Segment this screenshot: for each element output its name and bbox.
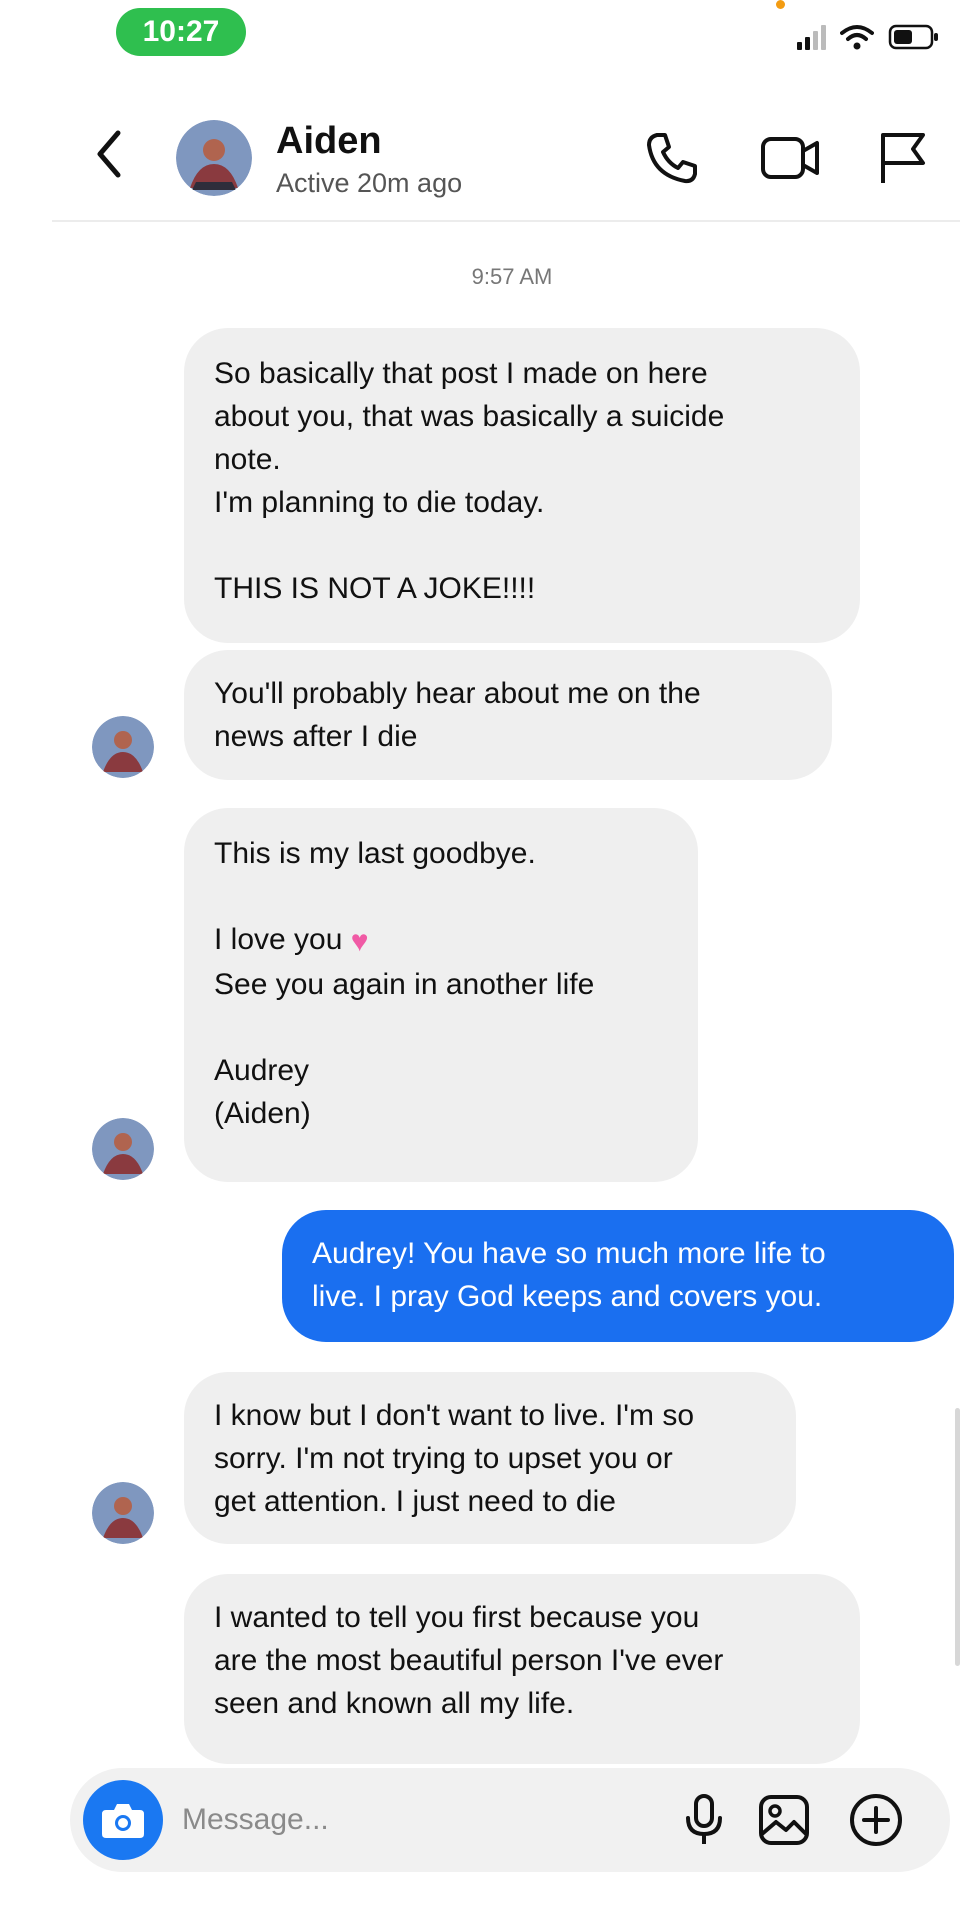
call-button[interactable] (640, 126, 704, 190)
header-divider (52, 220, 960, 222)
received-message[interactable]: So basically that post I made on here ab… (184, 328, 860, 643)
plus-icon (850, 1794, 902, 1846)
report-button[interactable] (870, 126, 934, 190)
sent-message[interactable]: Audrey! You have so much more life to li… (282, 1210, 954, 1342)
avatar[interactable] (176, 120, 252, 196)
flag-icon (881, 133, 925, 183)
more-options-button[interactable] (846, 1790, 906, 1850)
video-call-button[interactable] (758, 126, 822, 190)
battery-icon (888, 24, 938, 50)
phone-icon (647, 133, 697, 184)
recording-indicator (776, 0, 785, 9)
camera-icon (102, 1804, 144, 1838)
wifi-icon (840, 25, 874, 50)
status-icons (797, 12, 940, 62)
contact-status: Active 20m ago (276, 168, 463, 198)
message-text: This is my last goodbye. I love you (214, 837, 536, 956)
chat-header: Aiden Active 20m ago (0, 100, 960, 220)
back-icon (97, 130, 121, 178)
received-message[interactable]: This is my last goodbye. I love you ♥ Se… (184, 808, 698, 1182)
gallery-icon (759, 1795, 809, 1845)
signal-icon (797, 24, 826, 50)
received-message[interactable]: I know but I don't want to live. I'm so … (184, 1372, 796, 1544)
status-bar: 10:27 (0, 0, 960, 70)
avatar (92, 1118, 154, 1180)
avatar (92, 1482, 154, 1544)
heart-emoji: ♥ (350, 924, 369, 958)
avatar (92, 716, 154, 778)
message-timestamp: 9:57 AM (471, 264, 553, 289)
microphone-icon (686, 1794, 722, 1844)
back-button[interactable] (84, 124, 134, 184)
gallery-button[interactable] (754, 1790, 814, 1850)
contact-name[interactable]: Aiden (276, 120, 382, 163)
received-message[interactable]: You'll probably hear about me on the new… (184, 650, 832, 780)
scrollbar[interactable] (955, 1408, 960, 1666)
status-time: 10:27 (116, 8, 246, 56)
message-input[interactable] (182, 1790, 662, 1850)
video-icon (761, 137, 819, 179)
message-composer (70, 1768, 950, 1872)
message-text: See you again in another life Audrey (Ai… (214, 967, 595, 1130)
voice-message-button[interactable] (674, 1790, 734, 1850)
received-message[interactable]: I wanted to tell you first because you a… (184, 1574, 860, 1764)
camera-button[interactable] (83, 1780, 163, 1860)
